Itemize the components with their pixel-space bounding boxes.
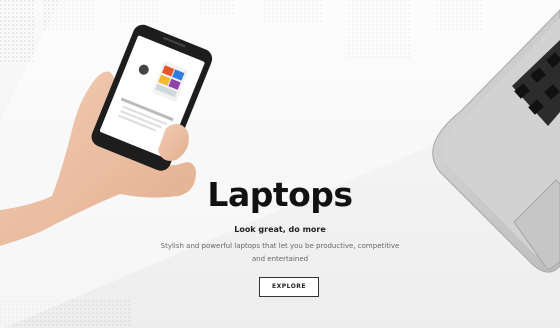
hero-tagline: Look great, do more xyxy=(234,225,326,234)
hero-description-line-1: Stylish and powerful laptops that let yo… xyxy=(160,242,400,250)
explore-button[interactable]: EXPLORE xyxy=(259,277,319,297)
hero-description-line-2: and entertained xyxy=(251,255,309,263)
hero-title: Laptops xyxy=(207,175,353,214)
page: Laptops Look great, do more Stylish and … xyxy=(0,0,560,328)
laptops-hero-banner: Laptops Look great, do more Stylish and … xyxy=(0,0,560,328)
